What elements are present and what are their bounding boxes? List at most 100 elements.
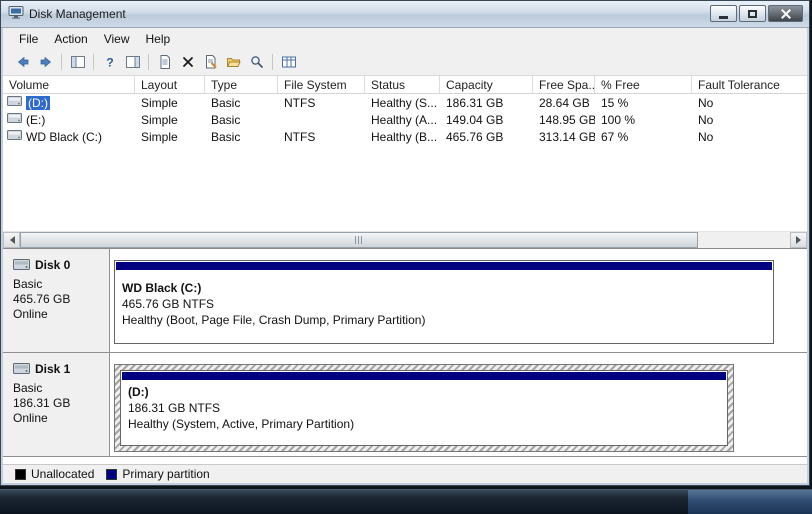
partition-name: WD Black (C:) <box>122 281 202 295</box>
partition-name: (D:) <box>128 385 149 399</box>
fault-tolerance-cell: No <box>698 112 714 127</box>
delete-button[interactable] <box>176 51 199 73</box>
toolbar-separator <box>61 54 62 70</box>
forward-button[interactable] <box>34 51 57 73</box>
file-system-cell: NTFS <box>284 129 316 144</box>
disk-row-0: Disk 0 Basic 465.76 GB Online WD Black (… <box>3 249 807 353</box>
column-header-file-system[interactable]: File System <box>278 76 365 93</box>
column-header-volume[interactable]: Volume <box>3 76 135 93</box>
show-console-tree-icon <box>70 56 85 68</box>
disk1-info-panel[interactable]: Disk 1 Basic 186.31 GB Online <box>3 353 110 456</box>
toolbar-separator <box>93 54 94 70</box>
column-header-free-space[interactable]: Free Spa... <box>533 76 595 93</box>
selected-partition-hatch: (D:) 186.31 GB NTFS Healthy (System, Act… <box>114 364 734 452</box>
scroll-right-button[interactable] <box>790 232 807 248</box>
disk0-graphic-area: WD Black (C:) 465.76 GB NTFS Healthy (Bo… <box>110 249 807 352</box>
minimize-button[interactable] <box>710 5 737 22</box>
show-action-pane-icon <box>125 56 140 68</box>
search-button[interactable] <box>245 51 268 73</box>
type-cell: Basic <box>211 95 241 110</box>
partition-c[interactable]: WD Black (C:) 465.76 GB NTFS Healthy (Bo… <box>114 260 774 344</box>
disk-icon <box>13 257 30 273</box>
title-bar[interactable]: Disk Management <box>1 1 809 28</box>
disk-graphic-view: Disk 0 Basic 465.76 GB Online WD Black (… <box>3 248 807 464</box>
horizontal-scrollbar[interactable] <box>3 231 807 248</box>
document-edit-button[interactable] <box>199 51 222 73</box>
pct-free-cell: 15 % <box>601 95 629 110</box>
unallocated-swatch <box>15 468 26 480</box>
maximize-button[interactable] <box>739 5 766 22</box>
window-controls <box>710 5 803 22</box>
volume-row-e[interactable]: (E:) Simple Basic Healthy (A... 149.04 G… <box>3 111 807 128</box>
menu-help[interactable]: Help <box>138 30 179 48</box>
menu-view[interactable]: View <box>96 30 138 48</box>
back-button[interactable] <box>11 51 34 73</box>
thumb-grip <box>355 236 357 244</box>
scroll-left-button[interactable] <box>3 232 20 248</box>
help-button[interactable]: ? <box>98 51 121 73</box>
volume-name-cell: (D:) <box>3 95 135 110</box>
list-header: Volume Layout Type File System Status Ca… <box>3 76 807 94</box>
toolbar: ? <box>3 49 807 76</box>
system-tray[interactable] <box>688 490 812 514</box>
partition-status: Healthy (System, Active, Primary Partiti… <box>128 417 355 431</box>
disk-type: Basic <box>13 277 43 291</box>
layout-cell: Simple <box>141 112 178 127</box>
layout-cell: Simple <box>141 129 178 144</box>
document-icon <box>160 55 170 69</box>
disk-size: 465.76 GB <box>13 292 71 306</box>
volume-name-cell: (E:) <box>3 112 135 127</box>
column-header-layout[interactable]: Layout <box>135 76 205 93</box>
show-action-pane-button[interactable] <box>121 51 144 73</box>
legend-bar: Unallocated Primary partition <box>3 464 807 483</box>
disk-icon <box>13 361 30 377</box>
column-header-type[interactable]: Type <box>205 76 278 93</box>
disk-status: Online <box>13 307 48 321</box>
disk-type: Basic <box>13 381 43 395</box>
disk-row-1: Disk 1 Basic 186.31 GB Online (D:) 186.3… <box>3 353 807 457</box>
scrollbar-thumb[interactable] <box>20 232 698 248</box>
desktop: Disk Management File Action View Help ? … <box>0 0 812 514</box>
document-button[interactable] <box>153 51 176 73</box>
close-button[interactable] <box>768 5 803 22</box>
svg-text:?: ? <box>106 56 113 70</box>
document-edit-icon <box>205 55 217 69</box>
volume-row-d[interactable]: (D:) Simple Basic NTFS Healthy (S... 186… <box>3 94 807 111</box>
status-cell: Healthy (B... <box>371 129 438 144</box>
type-cell: Basic <box>211 129 241 144</box>
primary-partition-swatch <box>106 468 118 480</box>
minimize-icon <box>719 16 728 19</box>
volume-label: (E:) <box>26 112 46 127</box>
disk-name: Disk 1 <box>35 362 71 376</box>
fault-tolerance-cell: No <box>698 129 714 144</box>
partition-size: 186.31 GB NTFS <box>128 401 221 415</box>
disk0-info-panel[interactable]: Disk 0 Basic 465.76 GB Online <box>3 249 110 352</box>
thumb-grip <box>358 236 360 244</box>
scrollbar-track[interactable] <box>20 232 790 248</box>
drive-icon <box>7 95 22 110</box>
status-cell: Healthy (S... <box>371 95 438 110</box>
partition-d[interactable]: (D:) 186.31 GB NTFS Healthy (System, Act… <box>120 370 728 446</box>
column-header-capacity[interactable]: Capacity <box>440 76 533 93</box>
partition-size: 465.76 GB NTFS <box>122 297 215 311</box>
taskbar[interactable] <box>0 489 812 514</box>
forward-icon <box>40 56 51 68</box>
column-header-pct-free[interactable]: % Free <box>595 76 692 93</box>
delete-icon <box>182 57 193 67</box>
partition-status: Healthy (Boot, Page File, Crash Dump, Pr… <box>122 313 426 327</box>
show-console-tree-button[interactable] <box>66 51 89 73</box>
volume-row-c[interactable]: WD Black (C:) Simple Basic NTFS Healthy … <box>3 128 807 145</box>
toolbar-separator <box>272 54 273 70</box>
disk-status: Online <box>13 411 48 425</box>
views-button[interactable] <box>277 51 300 73</box>
column-header-status[interactable]: Status <box>365 76 440 93</box>
toolbar-separator <box>148 54 149 70</box>
column-header-fault-tolerance[interactable]: Fault Tolerance <box>692 76 807 93</box>
scroll-left-icon <box>6 236 15 244</box>
menu-action[interactable]: Action <box>46 30 95 48</box>
disk-size: 186.31 GB <box>13 396 71 410</box>
magnifier-icon <box>250 56 263 68</box>
menu-file[interactable]: File <box>11 30 46 48</box>
back-icon <box>17 56 28 68</box>
open-folder-button[interactable] <box>222 51 245 73</box>
